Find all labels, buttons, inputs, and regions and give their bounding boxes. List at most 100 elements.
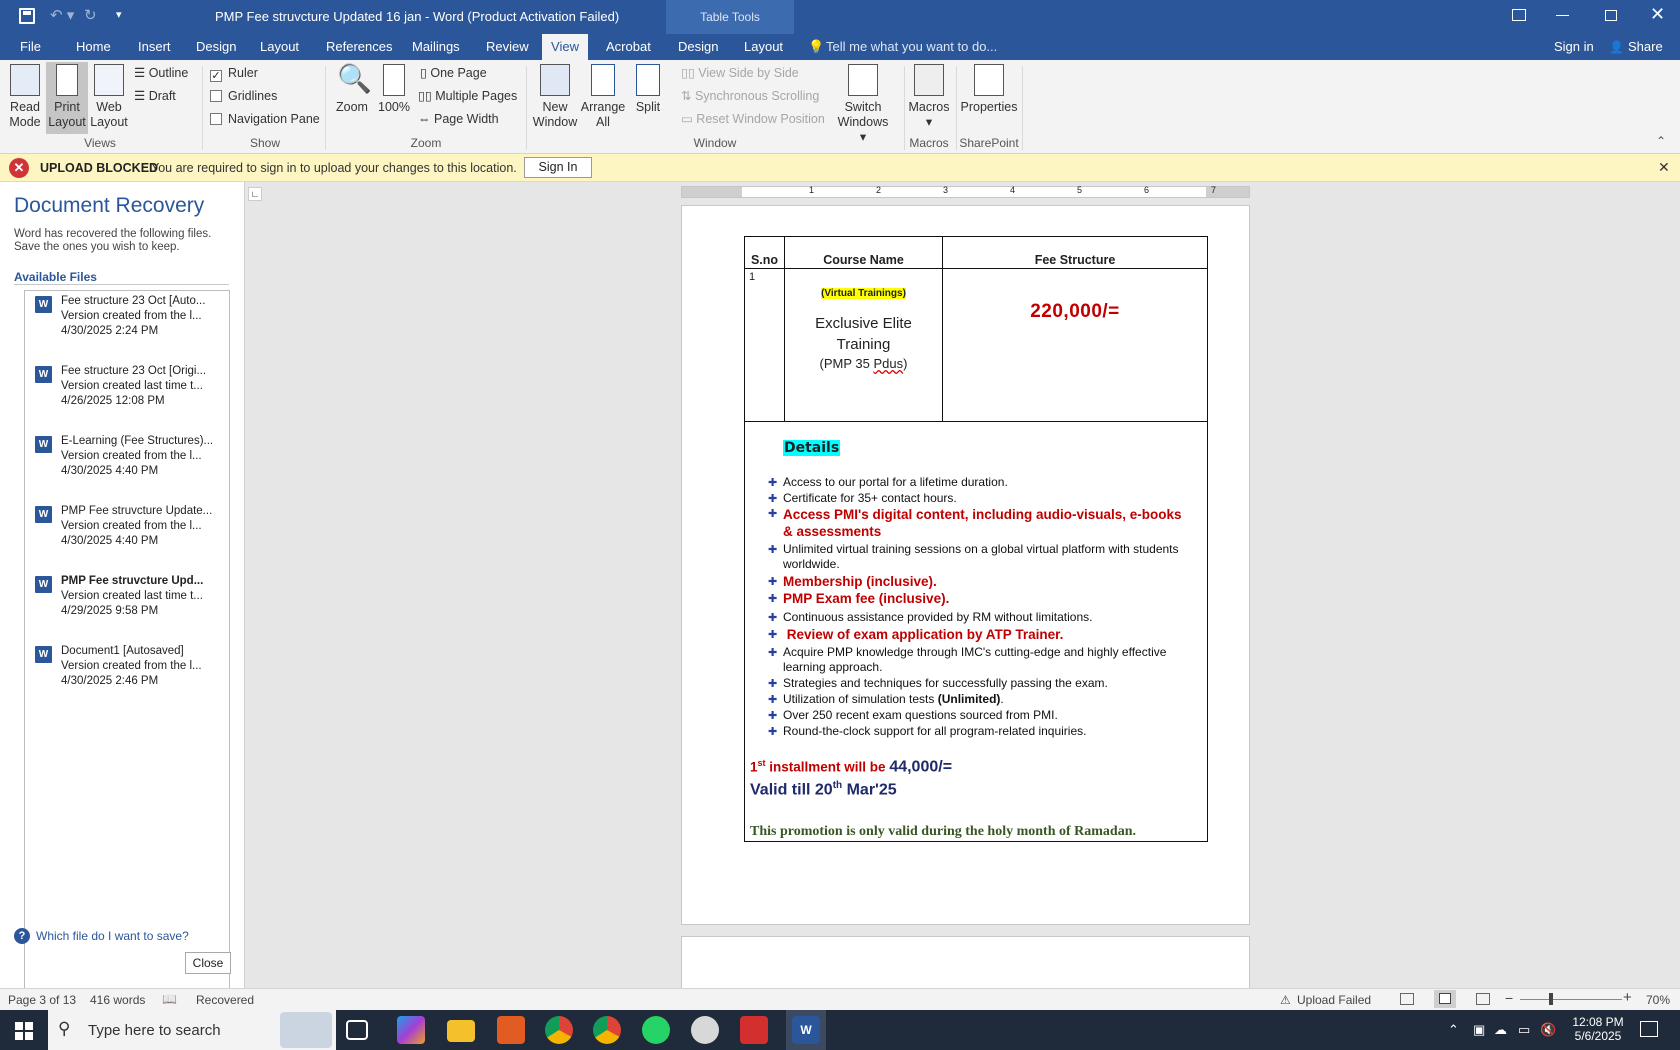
upload-status[interactable]: Upload Failed (1297, 993, 1371, 1007)
header-course[interactable]: Course Name (784, 236, 943, 269)
show-hidden-icons[interactable]: ⌃ (1448, 1022, 1459, 1038)
recovered-file-list[interactable]: W Fee structure 23 Oct [Auto... Version cr… (24, 290, 230, 1036)
page-width-button[interactable]: ⇔ Page Width (418, 109, 499, 129)
document-page-next[interactable] (681, 936, 1250, 996)
whatsapp-icon[interactable] (642, 1016, 670, 1044)
tab-layout[interactable]: Layout (252, 34, 307, 60)
volume-muted-icon[interactable]: 🔇 (1540, 1022, 1556, 1038)
web-layout-button[interactable]: Web Layout (88, 64, 130, 130)
ribbon-display-icon[interactable] (1512, 9, 1526, 21)
taskbar-app-icon[interactable] (497, 1016, 525, 1044)
tab-mailings[interactable]: Mailings (404, 34, 468, 60)
tab-review[interactable]: Review (478, 34, 537, 60)
zoom-button[interactable]: 🔍 Zoom (332, 64, 372, 115)
switch-windows-button[interactable]: Switch Windows ▾ (834, 64, 892, 145)
copilot-icon[interactable] (397, 1016, 425, 1044)
zoom-level[interactable]: 70% (1646, 993, 1670, 1007)
chrome-profile-icon[interactable] (593, 1016, 621, 1044)
close-bar-icon[interactable]: ✕ (1658, 159, 1670, 176)
close-window-icon[interactable]: ✕ (1650, 4, 1665, 25)
tab-selector-icon[interactable]: ∟ (248, 187, 262, 201)
print-layout-button[interactable]: Print Layout (46, 62, 88, 134)
navigation-pane-checkbox[interactable]: Navigation Pane (210, 109, 320, 129)
new-window-button[interactable]: New Window (530, 64, 580, 130)
recovered-file-item[interactable]: W PMP Fee struvcture Upd... Version create… (35, 574, 251, 619)
view-side-by-side-button[interactable]: ▯▯ View Side by Side (681, 63, 799, 83)
zoom-in-icon[interactable]: + (1623, 989, 1632, 1006)
network-icon[interactable]: ▭ (1518, 1022, 1530, 1038)
page-count[interactable]: Page 3 of 13 (8, 993, 76, 1007)
file-explorer-icon[interactable] (447, 1020, 475, 1042)
tab-home[interactable]: Home (68, 34, 119, 60)
tab-table-layout[interactable]: Layout (736, 34, 791, 60)
undo-icon[interactable]: ↶ ▾ (50, 6, 74, 24)
gridlines-checkbox[interactable]: Gridlines (210, 86, 277, 106)
chrome-icon[interactable] (545, 1016, 573, 1044)
cell-fee[interactable]: 220,000/= (942, 268, 1208, 422)
task-view-icon[interactable] (346, 1020, 368, 1040)
word-count[interactable]: 416 words (90, 993, 145, 1007)
windows-start-icon[interactable] (15, 1022, 33, 1040)
zoom-slider[interactable] (1520, 999, 1622, 1000)
which-file-help-link[interactable]: Which file do I want to save? (36, 929, 189, 943)
split-button[interactable]: Split (628, 64, 668, 115)
share-button[interactable]: Share (1620, 34, 1671, 60)
recovered-file-item[interactable]: W E-Learning (Fee Structures)... Version c… (35, 434, 251, 479)
group-sharepoint: SharePoint (959, 136, 1019, 150)
collapse-ribbon-icon[interactable]: ⌃ (1656, 134, 1666, 148)
outline-button[interactable]: ☰ Outline (134, 63, 188, 83)
tab-acrobat[interactable]: Acrobat (598, 34, 659, 60)
meet-now-icon[interactable]: ▣ (1473, 1022, 1485, 1038)
sign-in-button[interactable]: Sign In (524, 157, 592, 178)
tell-me-search[interactable]: Tell me what you want to do... (818, 34, 1005, 60)
read-mode-view-icon[interactable] (1400, 993, 1414, 1005)
close-pane-button[interactable]: Close (185, 952, 231, 974)
tab-view[interactable]: View (542, 34, 588, 60)
zoom-100-button[interactable]: 100% (376, 64, 412, 115)
synchronous-scrolling-button[interactable]: ⇅ Synchronous Scrolling (681, 86, 819, 106)
tab-table-design[interactable]: Design (670, 34, 726, 60)
print-layout-view-icon[interactable] (1434, 990, 1456, 1008)
restore-icon[interactable] (1605, 10, 1617, 21)
ruler-checkbox[interactable]: ✓ Ruler (210, 63, 258, 83)
error-icon: ✕ (9, 158, 29, 178)
horizontal-ruler[interactable]: 1 2 3 4 5 6 7 (681, 185, 1250, 198)
zoom-out-icon[interactable]: − (1505, 990, 1513, 1006)
recovered-file-item[interactable]: W PMP Fee struvcture Update... Version cre… (35, 504, 251, 549)
one-page-button[interactable]: ▯ One Page (420, 63, 487, 83)
reset-window-position-button[interactable]: ▭ Reset Window Position (681, 109, 825, 129)
tab-design[interactable]: Design (188, 34, 244, 60)
word-taskbar-active[interactable]: W (786, 1010, 826, 1050)
tab-insert[interactable]: Insert (130, 34, 179, 60)
multiple-pages-button[interactable]: ▯▯ Multiple Pages (418, 86, 517, 106)
proofing-icon[interactable]: 📖 (162, 992, 177, 1006)
arrange-all-button[interactable]: Arrange All (580, 64, 626, 130)
zoom-slider-thumb[interactable] (1549, 993, 1553, 1005)
clock-app-icon[interactable] (691, 1016, 719, 1044)
customize-qat-icon[interactable]: ▾ (116, 8, 122, 21)
tab-file[interactable]: File (12, 34, 49, 60)
redo-icon[interactable]: ↻ (84, 6, 97, 24)
sign-in-link[interactable]: Sign in (1546, 34, 1602, 60)
recovered-file-item[interactable]: W Document1 [Autosaved] Version created fr… (35, 644, 251, 689)
save-icon[interactable] (19, 8, 35, 24)
recovered-file-item[interactable]: W Fee structure 23 Oct [Auto... Version cr… (35, 294, 251, 339)
tab-references[interactable]: References (318, 34, 400, 60)
notifications-icon[interactable] (1640, 1021, 1658, 1037)
system-clock[interactable]: 12:08 PM 5/6/2025 (1568, 1015, 1628, 1043)
properties-button[interactable]: Properties (958, 64, 1020, 115)
installment-line: 1st installment will be 44,000/= (750, 758, 953, 776)
macros-button[interactable]: Macros ▾ (906, 64, 952, 130)
draft-button[interactable]: ☰ Draft (134, 86, 176, 106)
minimize-icon[interactable] (1556, 15, 1569, 16)
web-layout-view-icon[interactable] (1476, 993, 1490, 1005)
taskbar-search-box[interactable]: ⚲ Type here to search (48, 1010, 336, 1050)
cell-sno[interactable]: 1 (744, 268, 785, 422)
cell-course[interactable]: (Virtual Trainings) Exclusive Elite Trai… (784, 268, 943, 422)
onedrive-icon[interactable]: ☁ (1494, 1022, 1507, 1038)
recovered-file-item[interactable]: W Fee structure 23 Oct [Origi... Version c… (35, 364, 251, 409)
acrobat-icon[interactable] (740, 1016, 768, 1044)
header-sno[interactable]: S.no (744, 236, 785, 269)
header-fee[interactable]: Fee Structure (942, 236, 1208, 269)
read-mode-button[interactable]: Read Mode (4, 64, 46, 130)
